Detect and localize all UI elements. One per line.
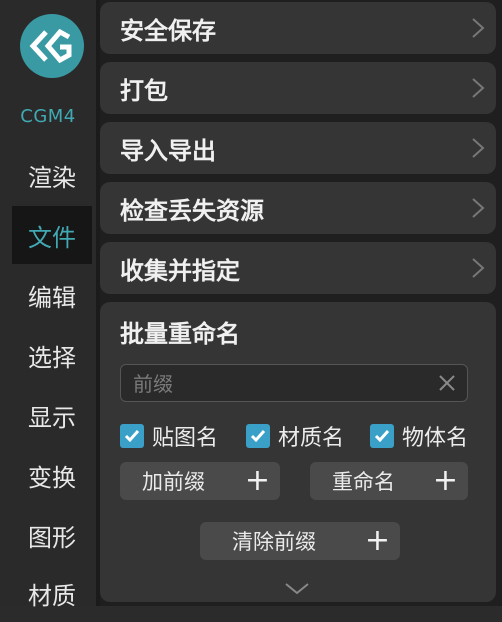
logo-chevrons-icon [29,29,72,63]
clear-icon[interactable] [437,373,457,393]
menu-item-collect[interactable]: 收集并指定 [100,242,496,294]
menu-item-pack[interactable]: 打包 [100,62,496,114]
rename-button[interactable]: 重命名 + [310,462,468,500]
checkmark-icon[interactable] [370,424,394,448]
menu-item-check-missing[interactable]: 检查丢失资源 [100,182,496,234]
plus-icon: + [432,463,458,498]
chevron-right-icon [472,18,485,38]
add-prefix-label: 加前缀 [142,470,205,494]
chevron-right-icon [472,258,485,278]
checkbox-object-name[interactable]: 物体名 [370,420,468,452]
prefix-field [120,364,468,403]
clear-prefix-label: 清除前缀 [232,530,316,554]
sidebar-item-file[interactable]: 文件 [12,206,92,264]
checkmark-icon[interactable] [120,424,144,448]
plus-icon: + [364,523,390,558]
chevron-right-icon [472,138,485,158]
menu-item-import-export[interactable]: 导入导出 [100,122,496,174]
chevron-down-icon[interactable] [284,582,310,596]
sidebar: CGM4 渲染 文件 编辑 选择 显示 变换 图形 材质 [0,0,96,610]
plus-icon: + [244,463,270,498]
checkbox-texture-name[interactable]: 贴图名 [120,420,218,452]
add-prefix-button[interactable]: 加前缀 + [120,462,280,500]
menu-item-label: 打包 [120,76,168,105]
rename-label: 重命名 [332,470,395,494]
checkbox-label: 贴图名 [152,426,219,451]
batch-rename-section: 批量重命名 贴图名 材质名 物体名 加前 [100,302,496,602]
menu-item-label: 检查丢失资源 [120,196,264,225]
cgm-logo-icon[interactable] [20,14,84,78]
chevron-right-icon [472,78,485,98]
sidebar-item-shape[interactable]: 图形 [12,506,92,564]
checkmark-icon[interactable] [246,424,270,448]
sidebar-item-transform[interactable]: 变换 [12,446,92,504]
sidebar-item-render[interactable]: 渲染 [12,146,92,204]
menu-item-label: 导入导出 [120,136,216,165]
menu-item-label: 安全保存 [120,16,216,45]
brand-label: CGM4 [20,106,76,127]
menu-item-safe-save[interactable]: 安全保存 [100,2,496,54]
sidebar-item-display[interactable]: 显示 [12,386,92,444]
checkbox-label: 物体名 [402,426,469,451]
sidebar-item-material[interactable]: 材质 [12,564,92,622]
sidebar-item-select[interactable]: 选择 [12,326,92,384]
checkbox-material-name[interactable]: 材质名 [246,420,344,452]
menu-item-label: 收集并指定 [120,256,240,285]
sidebar-item-edit[interactable]: 编辑 [12,266,92,324]
batch-rename-title: 批量重命名 [120,320,240,348]
chevron-right-icon [472,198,485,218]
checkbox-label: 材质名 [278,426,345,451]
prefix-input[interactable] [131,365,425,403]
clear-prefix-button[interactable]: 清除前缀 + [200,522,400,560]
file-panel: 安全保存 打包 导入导出 检查丢失资源 收集并指定 批量重命名 贴图名 [100,0,502,606]
